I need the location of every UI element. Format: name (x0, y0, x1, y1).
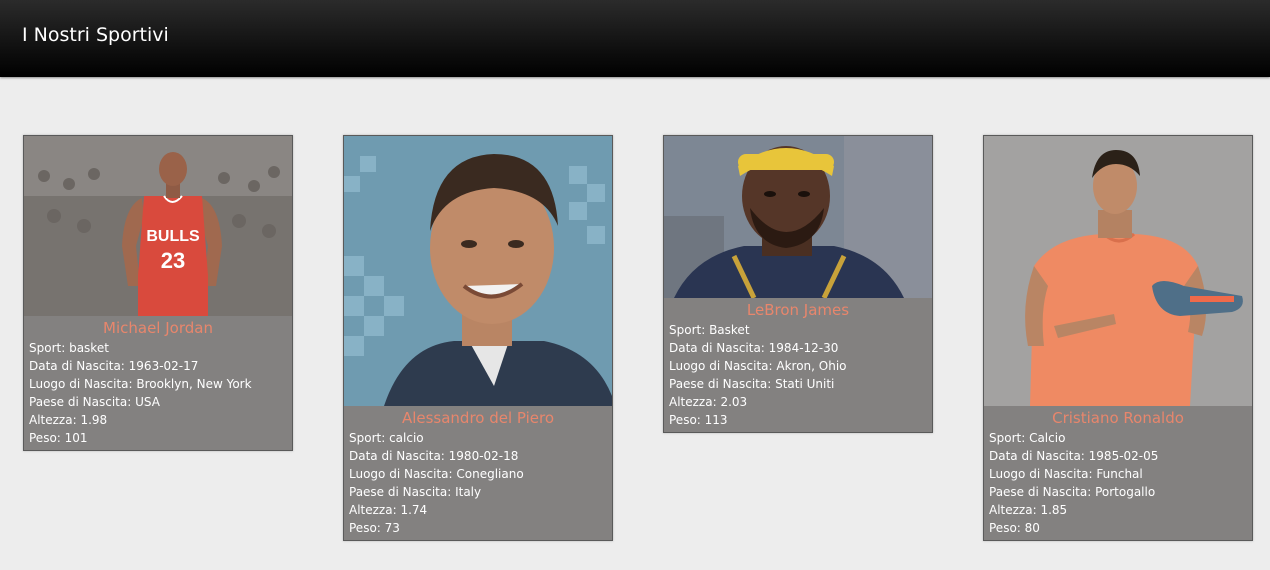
athlete-info: Sport: calcio Data di Nascita: 1980-02-1… (344, 428, 612, 540)
athlete-name: LeBron James (746, 301, 850, 319)
athlete-birth-place: Luogo di Nascita: Conegliano (349, 467, 524, 481)
athlete-birth-country: Paese di Nascita: Stati Uniti (669, 377, 835, 391)
athlete-weight: Peso: 80 (989, 521, 1040, 535)
athlete-name: Alessandro del Piero (401, 409, 555, 427)
athlete-name: Cristiano Ronaldo (1052, 409, 1184, 427)
athlete-weight: Peso: 101 (29, 431, 88, 445)
athlete-info: Sport: Basket Data di Nascita: 1984-12-3… (664, 320, 932, 432)
athlete-info: Sport: Calcio Data di Nascita: 1985-02-0… (984, 428, 1252, 540)
athlete-card-delpiero[interactable]: Alessandro del Piero Sport: calcio Data … (343, 135, 613, 541)
athlete-weight: Peso: 113 (669, 413, 728, 427)
athlete-height: Altezza: 1.85 (989, 503, 1068, 517)
athlete-sport: Sport: basket (29, 341, 109, 355)
athlete-birth-place: Luogo di Nascita: Brooklyn, New York (29, 377, 252, 391)
athlete-birth-place: Luogo di Nascita: Funchal (989, 467, 1143, 481)
svg-text:BULLS: BULLS (146, 228, 200, 245)
athlete-height: Altezza: 2.03 (669, 395, 748, 409)
athlete-sport: Sport: calcio (349, 431, 424, 445)
top-bar: I Nostri Sportivi (0, 0, 1270, 77)
athlete-birth-country: Paese di Nascita: Portogallo (989, 485, 1156, 499)
athlete-sport: Sport: Basket (669, 323, 750, 337)
athlete-birth-country: Paese di Nascita: USA (29, 395, 160, 409)
athlete-info: Sport: basket Data di Nascita: 1963-02-1… (24, 338, 292, 450)
athlete-card-ronaldo[interactable]: Cristiano Ronaldo Sport: Calcio Data di … (983, 135, 1253, 541)
athlete-birth-date: Data di Nascita: 1963-02-17 (29, 359, 199, 373)
svg-text:23: 23 (161, 248, 185, 273)
athlete-birth-place: Luogo di Nascita: Akron, Ohio (669, 359, 847, 373)
athlete-card-jordan[interactable]: BULLS 23 Michael Jordan Sport: basket Da… (23, 135, 293, 451)
athlete-birth-date: Data di Nascita: 1984-12-30 (669, 341, 839, 355)
athlete-sport: Sport: Calcio (989, 431, 1066, 445)
athlete-weight: Peso: 73 (349, 521, 400, 535)
athlete-photo: BULLS 23 (24, 136, 292, 316)
athlete-birth-date: Data di Nascita: 1985-02-05 (989, 449, 1159, 463)
athlete-card-lebron[interactable]: LeBron James Sport: Basket Data di Nasci… (663, 135, 933, 433)
athlete-photo (984, 136, 1252, 406)
athlete-height: Altezza: 1.98 (29, 413, 108, 427)
athlete-photo (344, 136, 612, 406)
athlete-name: Michael Jordan (103, 319, 213, 337)
athlete-birth-date: Data di Nascita: 1980-02-18 (349, 449, 519, 463)
athlete-photo (664, 136, 932, 298)
app-title: I Nostri Sportivi (22, 24, 169, 46)
athlete-height: Altezza: 1.74 (349, 503, 428, 517)
athlete-birth-country: Paese di Nascita: Italy (349, 485, 482, 499)
